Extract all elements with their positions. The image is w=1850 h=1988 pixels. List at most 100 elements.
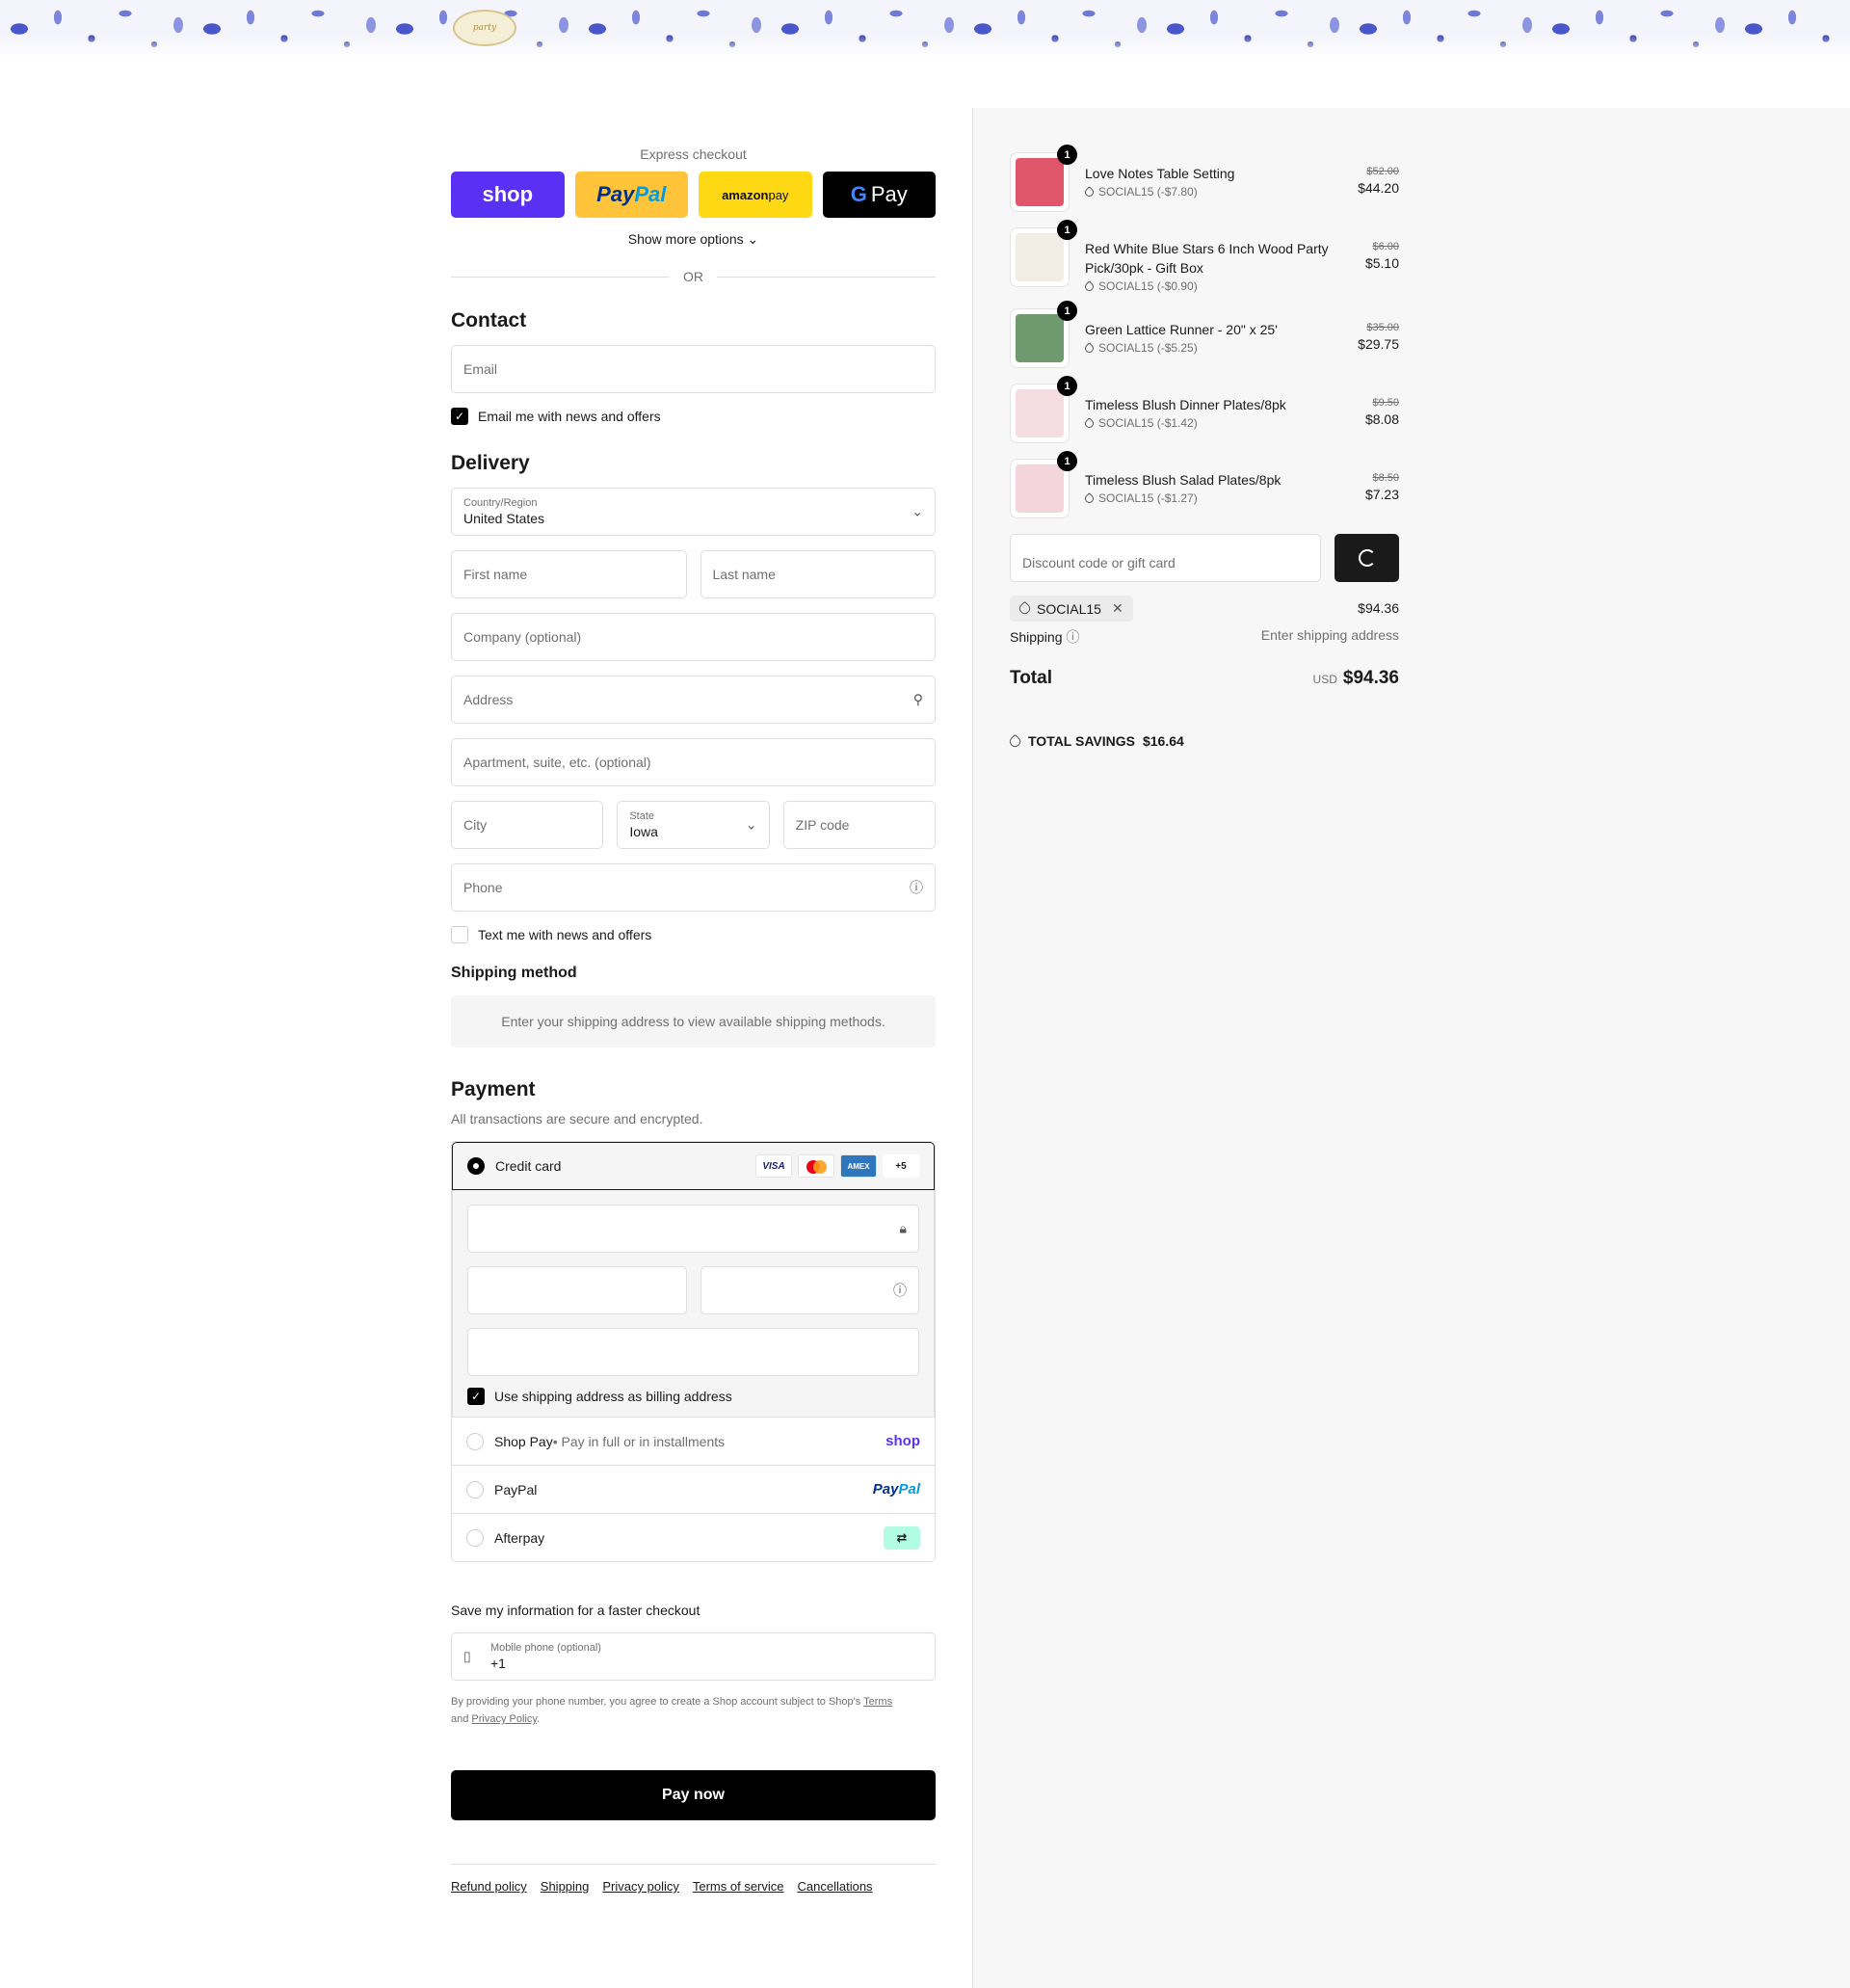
- applied-discount-tag: SOCIAL15 ✕: [1010, 596, 1133, 622]
- payment-methods: Credit card VISA AMEX +5 🔒︎ ⓘ ✓ Use ship…: [451, 1141, 936, 1562]
- tag-icon: [1083, 185, 1096, 199]
- show-more-options[interactable]: Show more options ⌄: [451, 231, 936, 248]
- shop-pay-logo: shop: [885, 1433, 920, 1449]
- email-news-checkbox[interactable]: ✓ Email me with news and offers: [451, 408, 936, 425]
- radio-icon[interactable]: [466, 1432, 484, 1450]
- terms-of-service-link[interactable]: Terms of service: [693, 1879, 784, 1894]
- amex-icon: AMEX: [840, 1154, 877, 1178]
- paypal-button[interactable]: Pay Pal: [574, 172, 688, 218]
- line-item: 1 Timeless Blush Salad Plates/8pk SOCIAL15…: [1010, 451, 1399, 518]
- mobile-phone-icon: ▯: [463, 1648, 471, 1664]
- remove-discount-icon[interactable]: ✕: [1112, 600, 1123, 617]
- store-logo[interactable]: party: [453, 10, 516, 46]
- company-field[interactable]: Company (optional): [451, 613, 936, 661]
- original-price: $6.00: [1372, 241, 1399, 252]
- search-icon: ⚲: [912, 691, 923, 707]
- shipping-link[interactable]: Shipping: [541, 1879, 590, 1894]
- visa-icon: VISA: [755, 1154, 792, 1178]
- help-circle-icon[interactable]: ⓘ: [910, 878, 923, 897]
- express-buttons: shop Pay Pal amazon pay G Pay: [451, 172, 936, 218]
- currency-label: USD: [1312, 673, 1337, 686]
- amazon-pay-button[interactable]: amazon pay: [699, 172, 812, 218]
- more-cards-badge: +5: [883, 1154, 919, 1178]
- or-divider: OR: [451, 269, 936, 284]
- discounted-price: $7.23: [1364, 487, 1399, 502]
- original-price: $35.00: [1366, 322, 1399, 333]
- radio-icon[interactable]: [466, 1480, 484, 1498]
- billing-same-checkbox[interactable]: ✓ Use shipping address as billing addres…: [467, 1388, 919, 1405]
- item-discount: SOCIAL15 (-$1.42): [1083, 416, 1341, 430]
- line-item: 1 Red White Blue Stars 6 Inch Wood Party …: [1010, 220, 1399, 293]
- credit-card-option[interactable]: Credit card VISA AMEX +5: [452, 1142, 935, 1190]
- expiration-field[interactable]: [467, 1266, 687, 1314]
- checkbox-checked-icon[interactable]: ✓: [451, 408, 468, 425]
- apartment-field[interactable]: Apartment, suite, etc. (optional): [451, 738, 936, 786]
- discounted-price: $5.10: [1364, 255, 1399, 271]
- google-pay-button[interactable]: G Pay: [822, 172, 936, 218]
- checkbox-unchecked-icon[interactable]: [451, 926, 468, 943]
- shop-pay-option[interactable]: Shop Pay • Pay in full or in installment…: [452, 1417, 935, 1465]
- total-row: Total USD $94.36: [1010, 668, 1399, 689]
- card-number-field[interactable]: 🔒︎: [467, 1205, 919, 1253]
- credit-card-form: 🔒︎ ⓘ ✓ Use shipping address as billing a…: [452, 1190, 935, 1417]
- discounted-price: $29.75: [1358, 336, 1399, 352]
- afterpay-option[interactable]: Afterpay ⇄: [452, 1513, 935, 1561]
- quantity-badge: 1: [1057, 376, 1077, 396]
- help-circle-icon[interactable]: ⓘ: [1066, 629, 1079, 645]
- line-item: 1 Timeless Blush Dinner Plates/8pk SOCIAL1…: [1010, 376, 1399, 443]
- card-brands: VISA AMEX +5: [755, 1154, 919, 1178]
- pay-now-button[interactable]: Pay now: [451, 1770, 936, 1820]
- paypal-option[interactable]: PayPal PayPal: [452, 1465, 935, 1513]
- shop-legal-text: By providing your phone number, you agre…: [451, 1696, 893, 1725]
- shipping-value: Enter shipping address: [1260, 627, 1399, 643]
- terms-link[interactable]: Terms: [863, 1696, 892, 1708]
- original-price: $9.50: [1372, 397, 1399, 409]
- privacy-link[interactable]: Privacy Policy: [471, 1713, 537, 1725]
- country-select[interactable]: Country/Region United States ⌄: [451, 488, 936, 536]
- email-field[interactable]: Email: [451, 345, 936, 393]
- paypal-logo: PayPal: [872, 1481, 920, 1498]
- tag-icon: [1083, 341, 1096, 355]
- security-code-field[interactable]: ⓘ: [700, 1266, 919, 1314]
- payment-subtitle: All transactions are secure and encrypte…: [451, 1111, 703, 1127]
- state-select[interactable]: State Iowa ⌄: [617, 801, 770, 849]
- radio-icon[interactable]: [466, 1528, 484, 1547]
- contact-heading: Contact: [451, 309, 527, 331]
- quantity-badge: 1: [1057, 145, 1077, 165]
- discounted-price: $44.20: [1358, 180, 1399, 196]
- product-image: 1: [1010, 301, 1077, 368]
- name-on-card-field[interactable]: [467, 1328, 919, 1376]
- zip-field[interactable]: ZIP code: [782, 801, 936, 849]
- refund-policy-link[interactable]: Refund policy: [451, 1879, 527, 1894]
- phone-field[interactable]: Phone ⓘ: [451, 863, 936, 912]
- mobile-phone-field[interactable]: ▯ Mobile phone (optional) +1: [451, 1632, 936, 1681]
- shipping-label: Shipping ⓘ: [1010, 629, 1080, 645]
- address-field[interactable]: Address ⚲: [451, 676, 936, 724]
- product-image: 1: [1010, 220, 1077, 287]
- product-image: 1: [1010, 451, 1077, 518]
- shop-pay-button[interactable]: shop: [451, 172, 565, 218]
- last-name-field[interactable]: Last name: [700, 550, 936, 598]
- first-name-field[interactable]: First name: [451, 550, 687, 598]
- chevron-down-icon: ⌄: [745, 816, 757, 833]
- discounted-price: $8.08: [1364, 411, 1399, 427]
- shipping-methods-placeholder: Enter your shipping address to view avai…: [451, 995, 936, 1047]
- cancellations-link[interactable]: Cancellations: [798, 1879, 873, 1894]
- privacy-policy-link[interactable]: Privacy policy: [602, 1879, 678, 1894]
- product-name: Red White Blue Stars 6 Inch Wood Party P…: [1085, 241, 1329, 276]
- text-news-checkbox[interactable]: Text me with news and offers: [451, 926, 936, 943]
- footer-links: Refund policy Shipping Privacy policy Te…: [451, 1864, 936, 1894]
- item-discount: SOCIAL15 (-$0.90): [1083, 279, 1341, 293]
- tag-icon: [1007, 733, 1023, 749]
- tag-icon: [1083, 279, 1096, 293]
- discount-code-field[interactable]: Discount code or gift card: [1010, 534, 1321, 582]
- help-circle-icon[interactable]: ⓘ: [893, 1281, 907, 1300]
- total-label: Total: [1010, 668, 1052, 688]
- product-image: 1: [1010, 145, 1077, 212]
- save-info-title: Save my information for a faster checkou…: [451, 1603, 700, 1618]
- city-field[interactable]: City: [451, 801, 604, 849]
- radio-selected-icon[interactable]: [467, 1157, 485, 1175]
- order-summary: 1 Love Notes Table Setting SOCIAL15 (-$7.8…: [1007, 145, 1399, 749]
- apply-discount-button[interactable]: [1335, 534, 1399, 582]
- checkbox-checked-icon[interactable]: ✓: [467, 1388, 485, 1405]
